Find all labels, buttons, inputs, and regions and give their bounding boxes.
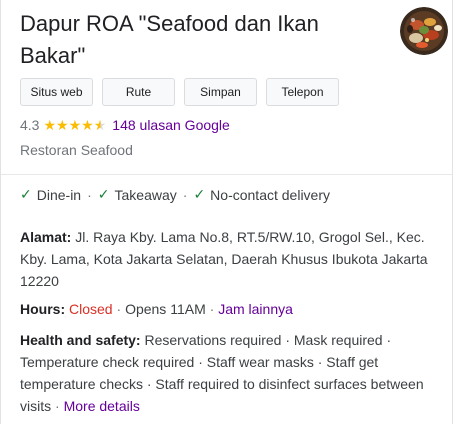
separator-dot: · xyxy=(182,186,188,203)
business-category: Restoran Seafood xyxy=(20,142,133,158)
action-buttons: Situs web Rute Simpan Telepon xyxy=(20,78,339,106)
star-icon: ★ xyxy=(43,117,57,133)
service-label: Dine-in xyxy=(36,186,82,203)
hours-status[interactable]: Closed xyxy=(69,301,113,317)
business-name: Dapur ROA "Seafood dan Ikan Bakar" xyxy=(20,11,319,68)
business-panel: Dapur ROA "Seafood dan Ikan Bakar" Situs… xyxy=(0,0,453,424)
hours-section: Hours: Closed · Opens 11AM · Jam lainnya xyxy=(20,298,448,320)
rating-value: 4.3 xyxy=(20,117,40,133)
star-icon: ★ xyxy=(81,117,94,133)
address-value[interactable]: Jl. Raya Kby. Lama No.8, RT.5/RW.10, Gro… xyxy=(20,229,428,289)
health-safety-label: Health and safety: xyxy=(20,332,141,348)
star-icon: ★ xyxy=(56,117,69,133)
service-label: No-contact delivery xyxy=(210,186,330,203)
check-icon: ✓ xyxy=(97,186,110,202)
separator-dot: · xyxy=(209,301,215,317)
more-details-link[interactable]: More details xyxy=(64,398,140,414)
separator-dot: · xyxy=(87,186,92,203)
divider xyxy=(1,174,453,175)
more-hours-link[interactable]: Jam lainnya xyxy=(218,301,293,317)
rating-stars: ★ ★ ★ ★ ★ xyxy=(43,118,106,132)
service-label: Takeaway xyxy=(114,186,177,203)
directions-button[interactable]: Rute xyxy=(102,78,175,106)
address-section: Alamat: Jl. Raya Kby. Lama No.8, RT.5/RW… xyxy=(20,226,448,292)
address-label: Alamat: xyxy=(20,229,72,245)
half-star-icon: ★ xyxy=(93,117,107,133)
separator-dot: · xyxy=(55,398,60,414)
business-photo[interactable] xyxy=(400,7,448,55)
check-icon: ✓ xyxy=(193,186,206,202)
service-takeaway: ✓ Takeaway xyxy=(98,186,177,203)
service-options: ✓ Dine-in · ✓ Takeaway · ✓ No-contact de… xyxy=(20,186,330,203)
save-button[interactable]: Simpan xyxy=(184,78,257,106)
check-icon: ✓ xyxy=(20,186,32,202)
service-dine-in: ✓ Dine-in xyxy=(20,186,81,203)
food-photo-image xyxy=(400,7,448,55)
call-button[interactable]: Telepon xyxy=(266,78,339,106)
reviews-link[interactable]: 148 ulasan Google xyxy=(112,116,230,134)
service-no-contact-delivery: ✓ No-contact delivery xyxy=(193,186,330,203)
health-safety-section: Health and safety: Reservations required… xyxy=(20,329,448,417)
hours-opens[interactable]: Opens 11AM xyxy=(125,301,206,317)
separator-dot: · xyxy=(116,301,122,317)
website-button[interactable]: Situs web xyxy=(20,78,93,106)
rating-row: 4.3 ★ ★ ★ ★ ★ 148 ulasan Google xyxy=(20,116,230,134)
hours-label: Hours: xyxy=(20,301,66,317)
star-icon: ★ xyxy=(68,117,82,133)
